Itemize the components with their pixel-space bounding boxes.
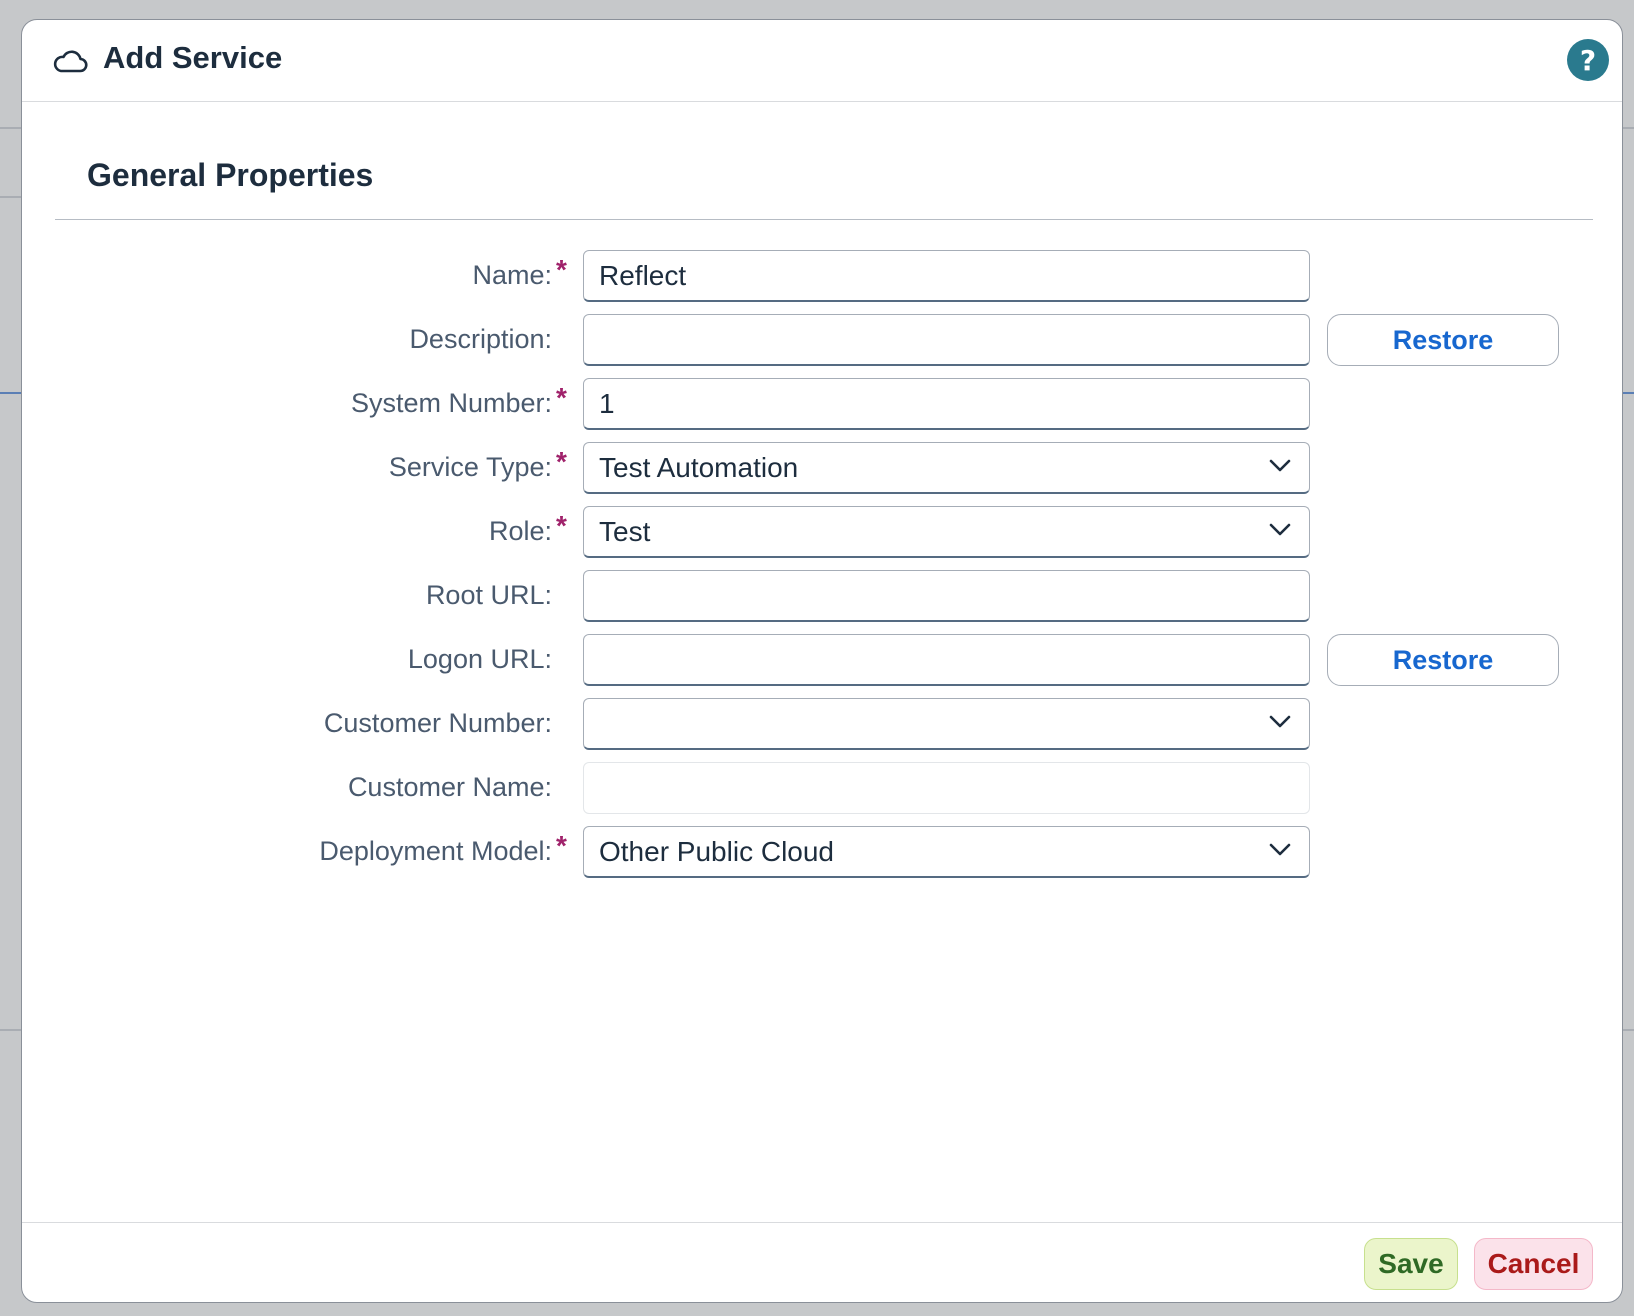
description-label: Description: xyxy=(409,324,552,354)
description-restore-button[interactable]: Restore xyxy=(1327,314,1559,366)
name-input[interactable]: Reflect xyxy=(583,250,1310,302)
chevron-down-icon xyxy=(1269,843,1291,856)
system-number-row: System Number: * 1 xyxy=(22,378,1622,430)
required-marker: * xyxy=(556,254,567,285)
footer-divider xyxy=(22,1222,1622,1223)
deployment-model-label: Deployment Model: xyxy=(319,836,552,866)
logon-url-restore-button[interactable]: Restore xyxy=(1327,634,1559,686)
root-url-row: Root URL: xyxy=(22,570,1622,622)
customer-number-label: Customer Number: xyxy=(323,708,552,738)
customer-name-label: Customer Name: xyxy=(347,772,552,802)
background-divider xyxy=(0,392,22,394)
background-divider xyxy=(0,1029,22,1031)
role-label: Role: xyxy=(488,516,552,546)
logon-url-row: Logon URL: Restore xyxy=(22,634,1622,686)
role-row: Role: * Test xyxy=(22,506,1622,558)
system-number-label: System Number: xyxy=(350,388,552,418)
name-label: Name: xyxy=(472,260,552,290)
cloud-icon xyxy=(53,50,88,73)
section-title: General Properties xyxy=(87,157,374,193)
root-url-input[interactable] xyxy=(583,570,1310,622)
service-type-label: Service Type: xyxy=(388,452,552,482)
customer-name-row: Customer Name: xyxy=(22,762,1622,814)
required-marker: * xyxy=(556,446,567,477)
description-row: Description: Restore xyxy=(22,314,1622,366)
logon-url-input[interactable] xyxy=(583,634,1310,686)
required-marker: * xyxy=(556,382,567,413)
name-row: Name: * Reflect xyxy=(22,250,1622,302)
description-input[interactable] xyxy=(583,314,1310,366)
help-icon[interactable]: ? xyxy=(1567,39,1609,81)
logon-url-label: Logon URL: xyxy=(407,644,552,674)
role-value: Test xyxy=(599,516,651,547)
chevron-down-icon xyxy=(1269,459,1291,472)
service-type-select[interactable]: Test Automation xyxy=(583,442,1310,494)
required-marker: * xyxy=(556,830,567,861)
dialog-header: Add Service ? xyxy=(22,20,1622,102)
chevron-down-icon xyxy=(1269,523,1291,536)
chevron-down-icon xyxy=(1269,715,1291,728)
service-type-row: Service Type: * Test Automation xyxy=(22,442,1622,494)
background-divider xyxy=(0,196,22,198)
section-divider xyxy=(55,219,1593,220)
deployment-model-row: Deployment Model: * Other Public Cloud xyxy=(22,826,1622,878)
deployment-model-select[interactable]: Other Public Cloud xyxy=(583,826,1310,878)
root-url-label: Root URL: xyxy=(425,580,552,610)
required-marker: * xyxy=(556,510,567,541)
system-number-input[interactable]: 1 xyxy=(583,378,1310,430)
add-service-dialog: Add Service ? General Properties Name: *… xyxy=(21,19,1623,1303)
background-divider xyxy=(0,127,22,129)
help-glyph: ? xyxy=(1579,43,1597,77)
dialog-title: Add Service xyxy=(103,40,283,75)
save-button[interactable]: Save xyxy=(1364,1238,1458,1290)
customer-name-input xyxy=(583,762,1310,814)
role-select[interactable]: Test xyxy=(583,506,1310,558)
customer-number-select[interactable] xyxy=(583,698,1310,750)
service-type-value: Test Automation xyxy=(599,452,799,483)
cancel-button[interactable]: Cancel xyxy=(1474,1238,1593,1290)
deployment-model-value: Other Public Cloud xyxy=(599,836,835,867)
customer-number-row: Customer Number: xyxy=(22,698,1622,750)
